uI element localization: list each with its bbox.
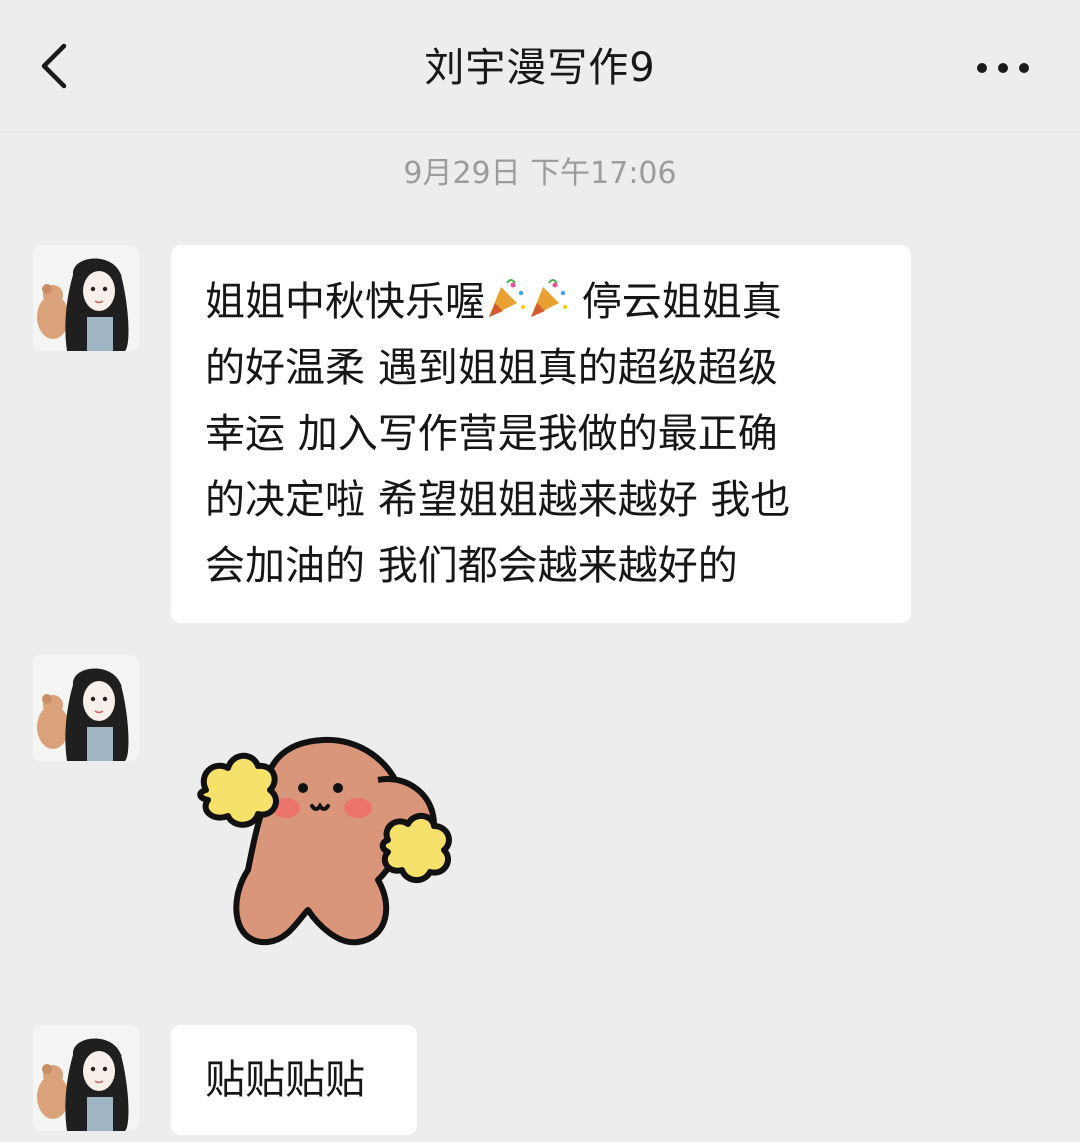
message-bubble[interactable]: 贴贴贴贴 <box>171 1025 417 1135</box>
avatar-illustration <box>33 1025 139 1131</box>
message-line: 的决定啦 希望姐姐越来越好 我也 <box>205 477 791 523</box>
message-text: 贴贴贴贴 <box>205 1057 365 1103</box>
message-line-text: 停云姐姐真 <box>569 279 782 325</box>
contact-avatar[interactable] <box>33 655 139 761</box>
more-dots-icon <box>977 63 1029 73</box>
party-popper-icon <box>531 279 567 317</box>
message-line: 会加油的 我们都会越来越好的 <box>205 543 738 589</box>
contact-avatar[interactable] <box>33 245 139 351</box>
message-line: 的好温柔 遇到姐姐真的超级超级 <box>205 345 778 391</box>
contact-avatar[interactable] <box>33 1025 139 1131</box>
message-timestamp: 9月29日 下午17:06 <box>403 156 677 191</box>
message-line: 幸运 加入写作营是我做的最正确 <box>205 411 778 457</box>
message-line: 姐姐中秋快乐喔 停云姐姐真 <box>205 269 891 335</box>
navigation-bar: 刘宇漫写作9 <box>0 0 1080 133</box>
party-popper-icon <box>489 279 525 317</box>
message-text: 姐姐中秋快乐喔 停云姐姐真 的好温柔 遇到姐姐真的超级超级 幸运 加入写作营是我… <box>205 269 891 599</box>
puppy-sticker-illustration <box>197 736 452 946</box>
message-line-text: 姐姐中秋快乐喔 <box>205 279 485 325</box>
more-button[interactable] <box>968 40 1038 96</box>
message-bubble[interactable]: 姐姐中秋快乐喔 停云姐姐真 的好温柔 遇到姐姐真的超级超级 幸运 加入写作营是我… <box>171 245 911 623</box>
cheering-puppy-sticker[interactable] <box>188 720 478 960</box>
chat-title: 刘宇漫写作9 <box>424 45 656 91</box>
avatar-illustration <box>33 245 139 351</box>
avatar-illustration <box>33 655 139 761</box>
